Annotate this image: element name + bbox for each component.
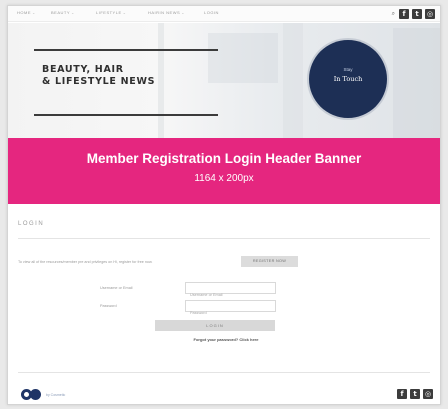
chevron-down-icon: ⌄ <box>181 10 186 15</box>
hero-background-shape <box>393 28 440 138</box>
badge-line: In Touch <box>333 75 363 83</box>
login-heading: LOGIN <box>18 221 45 227</box>
twitter-icon[interactable]: t <box>412 9 422 19</box>
hero-top-rule <box>34 49 218 51</box>
hero-bottom-rule <box>34 114 218 116</box>
header-banner: Member Registration Login Header Banner … <box>8 138 440 204</box>
top-nav: HOME⌄ BEAUTY⌄ LIFESTYLE⌄ HAIRIN NEWS⌄ LO… <box>8 6 440 22</box>
forgot-password-link[interactable]: Forgot your password? Click here <box>8 337 440 342</box>
login-button[interactable]: LOGIN <box>155 320 275 331</box>
browser-page: HOME⌄ BEAUTY⌄ LIFESTYLE⌄ HAIRIN NEWS⌄ LO… <box>7 5 441 405</box>
nav-label: LIFESTYLE <box>96 10 122 15</box>
register-now-button[interactable]: REGISTER NOW <box>241 256 298 267</box>
hero-background-shape <box>208 33 278 83</box>
search-icon[interactable]: ⌕ <box>392 10 395 18</box>
banner-title: Member Registration Login Header Banner <box>86 151 362 166</box>
hero-background-shape <box>283 23 303 138</box>
nav-label: HAIRIN NEWS <box>148 10 181 15</box>
password-input[interactable] <box>186 308 275 318</box>
nav-item-home[interactable]: HOME⌄ <box>17 10 36 15</box>
nav-item-login[interactable]: LOGIN <box>204 10 219 15</box>
nav-label: LOGIN <box>204 10 219 15</box>
hero-title-line: & LIFESTYLE NEWS <box>42 76 156 87</box>
instagram-icon[interactable]: ◎ <box>425 9 435 19</box>
password-field[interactable] <box>185 300 276 318</box>
footer-social-icons: f t ◎ <box>397 389 433 399</box>
facebook-icon[interactable]: f <box>397 389 407 399</box>
facebook-icon[interactable]: f <box>399 9 409 19</box>
username-field[interactable] <box>185 282 276 300</box>
nav-item-beauty[interactable]: BEAUTY⌄ <box>51 10 75 15</box>
site-logo[interactable] <box>21 389 43 400</box>
twitter-icon[interactable]: t <box>410 389 420 399</box>
username-input[interactable] <box>186 290 275 300</box>
nav-item-hair-news[interactable]: HAIRIN NEWS⌄ <box>148 10 185 15</box>
logo-disc-icon <box>30 389 41 400</box>
logo-text: by Cosmetic <box>46 393 66 397</box>
header-social-icons: ⌕ f t ◎ <box>392 9 435 19</box>
instagram-icon[interactable]: ◎ <box>423 389 433 399</box>
hero-image: BEAUTY, HAIR & LIFESTYLE NEWS Stay In To… <box>8 23 440 138</box>
nav-item-lifestyle[interactable]: LIFESTYLE⌄ <box>96 10 126 15</box>
banner-size: 1164 x 200px <box>194 173 254 184</box>
login-intro-text: To view all of the resources/member pre … <box>18 260 153 264</box>
divider <box>18 238 430 239</box>
footer: by Cosmetic f t ◎ <box>8 383 440 404</box>
password-label: Password <box>100 304 117 308</box>
hero-title: BEAUTY, HAIR & LIFESTYLE NEWS <box>42 64 155 88</box>
badge-line: Stay <box>343 67 353 72</box>
username-label: Username or Email <box>100 286 133 290</box>
hero-background-shape <box>158 23 164 138</box>
chevron-down-icon: ⌄ <box>32 10 36 15</box>
chevron-down-icon: ⌄ <box>122 10 127 15</box>
hero-title-line: BEAUTY, HAIR <box>42 64 124 75</box>
stay-in-touch-badge: Stay In Touch <box>309 40 387 118</box>
chevron-down-icon: ⌄ <box>71 10 75 15</box>
nav-label: HOME <box>17 10 31 15</box>
divider <box>18 372 430 373</box>
nav-label: BEAUTY <box>51 10 71 15</box>
